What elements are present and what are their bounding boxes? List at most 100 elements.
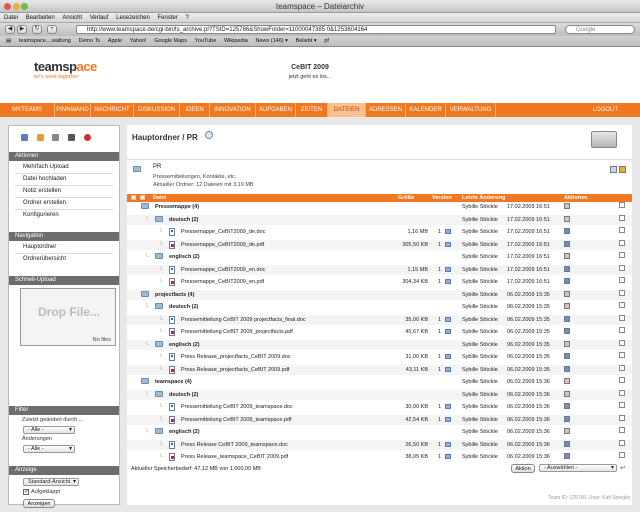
nav-aufgaben[interactable]: AUFGABEN (256, 103, 296, 117)
file-row[interactable]: └ Pressemitteilung CeBIT 2009_teamspace.p… (127, 414, 632, 425)
nav-nachricht[interactable]: NACHRICHT (91, 103, 134, 117)
menu-bearbeiten[interactable]: Bearbeiten (26, 13, 55, 23)
anzeigen-button[interactable]: Anzeigen (23, 499, 55, 508)
modified-by[interactable]: Sybille Stöckle (462, 302, 498, 312)
menu-fenster[interactable]: Fenster (157, 13, 177, 23)
folder-row[interactable]: └ deutsch (2) Sybille Stöckle 17.02.2009 16… (127, 214, 632, 225)
modified-by[interactable]: Sybille Stöckle (462, 252, 498, 262)
modified-by[interactable]: Sybille Stöckle (462, 427, 498, 437)
nav-kalender[interactable]: KALENDER (406, 103, 446, 117)
folder-row[interactable]: └ englisch (2) Sybille Stöckle 06.02.2009 1… (127, 339, 632, 350)
file-row[interactable]: └ Pressemitteilung CeBIT 2009_teamspace.d… (127, 402, 632, 412)
row-select-checkbox[interactable] (619, 239, 625, 246)
modified-by[interactable]: Sybille Stöckle (462, 377, 498, 387)
folder-row[interactable]: └ deutsch (2) Sybille Stöckle 06.02.2009 15… (127, 302, 632, 312)
lock-icon[interactable] (564, 390, 570, 397)
delete-icon[interactable] (564, 403, 570, 409)
return-arrow-icon[interactable]: ↵ (620, 465, 626, 473)
file-row[interactable]: └ Pressemappe_CeBIT2009_de.pdf 305,50 KB 1 S… (127, 239, 632, 250)
file-row[interactable]: └ Press Release CeBIT 2009_teamspace.doc 2… (127, 439, 632, 450)
mehrfach-upload-link[interactable]: Mehrfach Upload (23, 164, 69, 170)
minimize-window-icon[interactable] (12, 3, 20, 10)
bookmark-item[interactable]: YouTube (195, 36, 217, 47)
modified-by[interactable]: Sybille Stöckle (462, 415, 498, 425)
ordner-erstellen-link[interactable]: Ordner erstellen (23, 200, 66, 206)
nav-ideen[interactable]: IDEEN (180, 103, 210, 117)
lock-icon[interactable] (564, 340, 570, 347)
window-controls[interactable] (4, 3, 29, 12)
drop-zone[interactable]: Drop File... No files (20, 288, 116, 346)
add-bookmark-button[interactable]: + (47, 25, 57, 34)
modified-by[interactable]: Sybille Stöckle (462, 240, 498, 250)
folder-name[interactable]: englisch (2) (169, 340, 200, 350)
zoom-window-icon[interactable] (21, 3, 29, 10)
modified-by[interactable]: Sybille Stöckle (462, 315, 498, 325)
lock-icon[interactable] (564, 290, 570, 297)
nav-zeiten[interactable]: ZEITEN (296, 103, 328, 117)
modified-by[interactable]: Sybille Stöckle (462, 340, 498, 350)
version-history-icon[interactable] (445, 354, 451, 359)
nav-verwaltung[interactable]: VERWALTUNG (446, 103, 496, 117)
nav-myteams[interactable]: MYTEAMS (0, 103, 55, 117)
version-history-icon[interactable] (445, 366, 451, 372)
menu-lesezeichen[interactable]: Lesezeichen (116, 13, 150, 23)
file-name[interactable]: Press Release_teamspace_CeBIT 2009.pdf (181, 452, 288, 462)
hauptordner-link[interactable]: Hauptordner (23, 244, 56, 250)
bookmark-item[interactable]: Wikipedia (224, 36, 248, 47)
delete-icon[interactable] (564, 315, 570, 322)
col-version[interactable]: Version (432, 194, 452, 202)
modified-by[interactable]: Sybille Stöckle (462, 265, 498, 275)
row-select-checkbox[interactable] (619, 402, 625, 408)
bookmark-item[interactable]: teamspace....waltung (19, 36, 71, 47)
row-select-checkbox[interactable] (619, 264, 625, 271)
row-select-checkbox[interactable] (619, 289, 625, 296)
lock-icon[interactable] (564, 378, 570, 384)
file-row[interactable]: └ Pressemappe_CeBIT2009_en.pdf 304,34 KB 1 S… (127, 277, 632, 287)
version-history-icon[interactable] (445, 404, 451, 409)
file-name[interactable]: Pressemappe_CeBIT2009_en.doc (181, 265, 265, 275)
col-groesse[interactable]: Größe (398, 194, 414, 202)
delete-icon[interactable] (564, 415, 570, 422)
folder-row[interactable]: Pressemappe (4) Sybille Stöckle 17.02.2009… (127, 202, 632, 212)
file-name[interactable]: Press Release_projectfacts_CeBIT 2009.pd… (181, 365, 289, 375)
delete-icon[interactable] (564, 240, 570, 247)
modified-by[interactable]: Sybille Stöckle (462, 327, 498, 337)
file-row[interactable]: └ Pressemitteilung CeBIT 2009_projectfact… (127, 327, 632, 337)
users-icon[interactable] (21, 134, 28, 141)
nav-adressen[interactable]: ADRESSEN (366, 103, 406, 117)
lock-icon[interactable] (564, 253, 570, 259)
folder-name[interactable]: deutsch (2) (169, 390, 198, 400)
modified-by[interactable]: Sybille Stöckle (462, 202, 498, 212)
row-select-checkbox[interactable] (619, 339, 625, 346)
nav-pinnwand[interactable]: PINNWAND (55, 103, 91, 117)
tree-collapse-icon[interactable]: ▣ (140, 194, 145, 202)
row-select-checkbox[interactable] (619, 302, 625, 308)
file-name[interactable]: Pressemappe_CeBIT2009_de.pdf (181, 240, 264, 250)
bookmark-item[interactable]: News (146) ▾ (255, 36, 287, 47)
file-row[interactable]: └ Pressemappe_CeBIT2009_en.doc 1,15 MB 1 Syb… (127, 264, 632, 275)
row-select-checkbox[interactable] (619, 227, 625, 233)
row-select-checkbox[interactable] (619, 202, 625, 208)
version-history-icon[interactable] (445, 316, 451, 322)
folder-name[interactable]: englisch (2) (169, 427, 200, 437)
version-history-icon[interactable] (445, 279, 451, 284)
version-history-icon[interactable] (445, 241, 451, 247)
teamspace-logo[interactable]: teamspace (34, 59, 97, 74)
ordneruebersicht-link[interactable]: Ordnerübersicht (23, 256, 66, 262)
reload-button[interactable]: ↻ (32, 25, 42, 34)
file-name[interactable]: Press Release_projectfacts_CeBIT 2009.do… (181, 352, 291, 362)
lock-icon[interactable] (564, 215, 570, 222)
modified-by[interactable]: Sybille Stöckle (462, 352, 498, 362)
folder-name[interactable]: englisch (2) (169, 252, 200, 262)
row-select-checkbox[interactable] (619, 352, 625, 358)
file-row[interactable]: └ Pressemitteilung CeBIT 2009 projectfact… (127, 314, 632, 325)
bookmark-item[interactable]: Apple (108, 36, 122, 47)
menu-datei[interactable]: Datei (4, 13, 18, 23)
back-button[interactable]: ◀ (5, 25, 15, 34)
file-name[interactable]: Press Release CeBIT 2009_teamspace.doc (181, 440, 288, 450)
row-select-checkbox[interactable] (619, 414, 625, 421)
delete-icon[interactable] (564, 440, 570, 447)
version-history-icon[interactable] (445, 441, 451, 447)
file-row[interactable]: └ Press Release_teamspace_CeBIT 2009.pdf 3… (127, 452, 632, 462)
magnifier-icon[interactable] (52, 134, 60, 141)
